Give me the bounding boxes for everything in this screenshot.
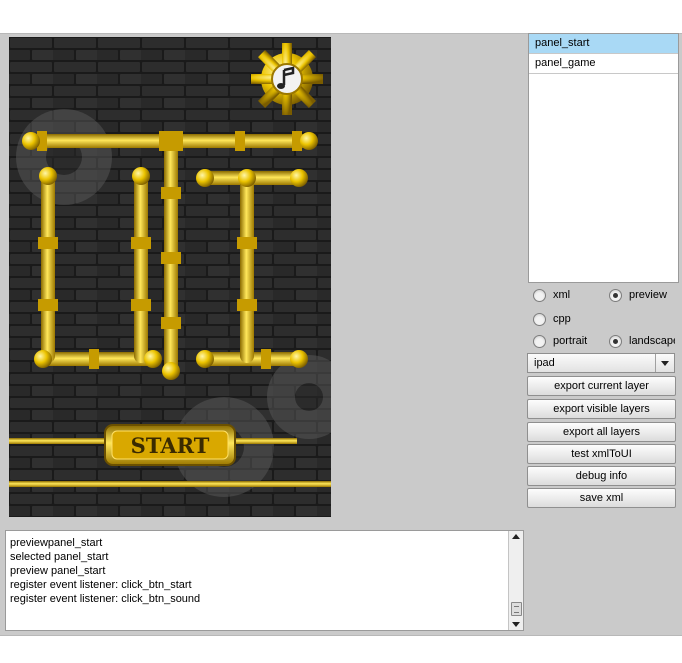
mode-xml-radio[interactable]: xml xyxy=(533,287,570,303)
scroll-up-arrow-icon[interactable] xyxy=(509,531,523,542)
device-select[interactable]: ipad xyxy=(527,353,675,373)
log-line: selected panel_start xyxy=(10,551,109,563)
log-line: register event listener: click_btn_sound xyxy=(10,593,201,605)
mode-cpp-label: cpp xyxy=(553,313,571,326)
device-select-value: ipad xyxy=(534,357,555,369)
panel-start-preview-art: START xyxy=(9,37,331,517)
log-line: previewpanel_start xyxy=(10,537,103,549)
radio-checked-icon xyxy=(609,288,622,302)
test-xml-to-ui-button[interactable]: test xmlToUI xyxy=(527,444,676,464)
export-visible-layers-button[interactable]: export visible layers xyxy=(527,399,676,419)
sound-button[interactable] xyxy=(251,43,323,115)
export-current-layer-button[interactable]: export current layer xyxy=(527,376,676,396)
radio-unchecked-icon xyxy=(533,288,546,302)
mode-preview-radio[interactable]: preview xyxy=(609,287,667,303)
log-console[interactable]: previewpanel_start selected panel_start … xyxy=(5,530,524,631)
chevron-down-icon[interactable] xyxy=(655,354,674,372)
radio-unchecked-icon xyxy=(533,312,546,326)
scroll-down-arrow-icon[interactable] xyxy=(509,619,523,630)
layer-item-panel-game[interactable]: panel_game xyxy=(529,54,678,74)
preview-canvas: START xyxy=(9,37,331,517)
log-line: preview panel_start xyxy=(10,565,106,577)
orientation-portrait-radio[interactable]: portrait xyxy=(533,333,587,349)
scroll-thumb[interactable] xyxy=(511,602,522,616)
export-all-layers-button[interactable]: export all layers xyxy=(527,422,676,442)
start-button-label: START xyxy=(131,433,210,458)
log-line: register event listener: click_btn_start xyxy=(10,579,192,591)
layer-list[interactable]: panel_start panel_game xyxy=(528,33,679,283)
radio-checked-icon xyxy=(609,334,622,348)
layer-item-panel-start[interactable]: panel_start xyxy=(529,34,678,54)
save-xml-button[interactable]: save xml xyxy=(527,488,676,508)
mode-preview-label: preview xyxy=(629,289,667,302)
orientation-landscape-radio[interactable]: landscape xyxy=(609,333,675,349)
mode-cpp-radio[interactable]: cpp xyxy=(533,311,571,327)
orientation-landscape-label: landscape xyxy=(629,335,675,348)
start-button[interactable]: START xyxy=(104,424,236,466)
debug-info-button[interactable]: debug info xyxy=(527,466,676,486)
console-scrollbar[interactable] xyxy=(508,531,523,630)
orientation-portrait-label: portrait xyxy=(553,335,588,348)
mode-xml-label: xml xyxy=(553,289,571,302)
radio-unchecked-icon xyxy=(533,334,546,348)
